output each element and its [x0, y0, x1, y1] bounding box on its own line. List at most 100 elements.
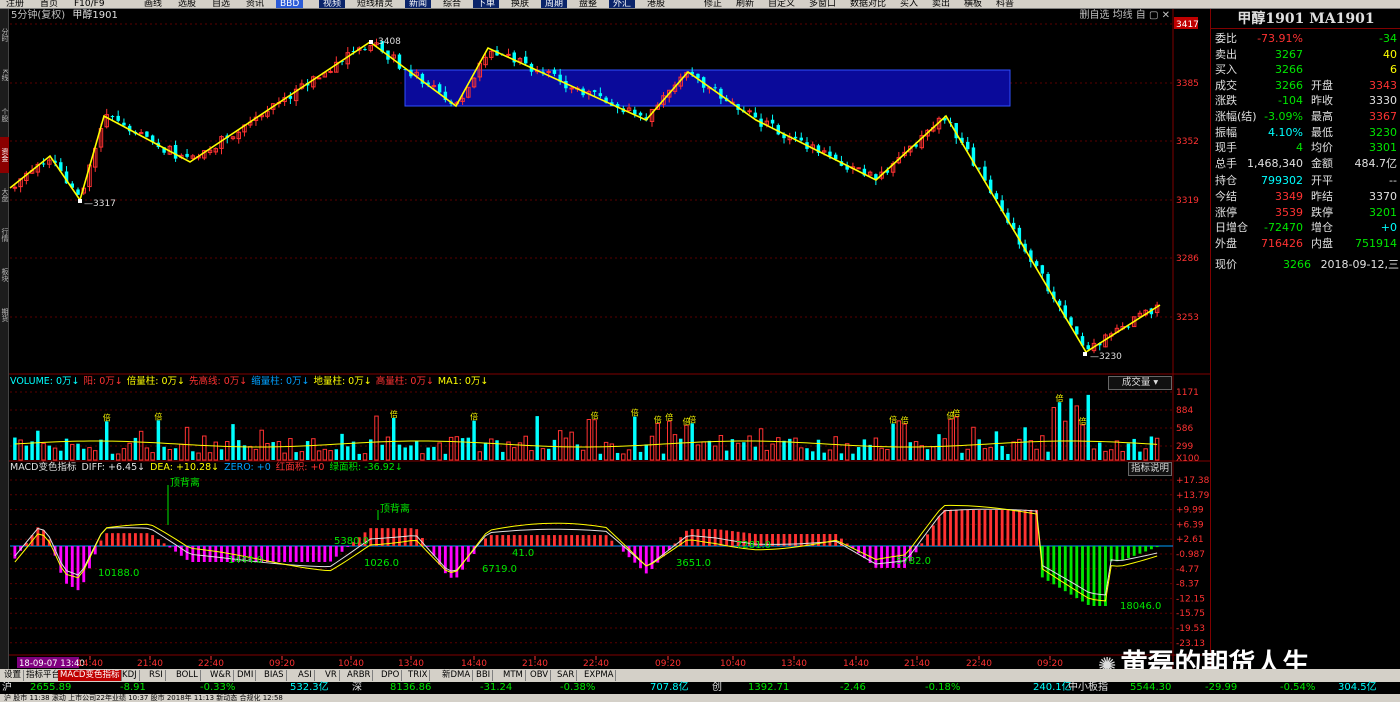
high-label: 3408 [378, 37, 401, 47]
volume-bar [1000, 445, 1004, 460]
left-nav-item[interactable]: 分时 [0, 17, 9, 53]
chart-header-tools[interactable]: 删自选 均线 自 ▢ ✕ [1079, 9, 1170, 22]
indicator-tab[interactable]: BBI [474, 670, 494, 681]
volume-bar [644, 444, 648, 460]
time-axis-label: 14:40 [77, 659, 103, 669]
toolbar-item[interactable]: 换肤 [507, 0, 533, 8]
indicator-tab[interactable]: ARBR [345, 670, 374, 681]
indicator-tab[interactable]: VR [323, 670, 340, 681]
macd-label-item: DIFF: +6.45↓ [81, 462, 146, 473]
quote-row-label: 委比 [1215, 32, 1237, 45]
toolbar-item[interactable]: 综合 [439, 0, 465, 8]
indicator-tab[interactable]: DMI [235, 670, 257, 681]
volume-label-item: 地量柱: 0万↓ [313, 376, 372, 387]
volume-bar [1143, 448, 1148, 461]
toolbar-item[interactable]: 资讯 [242, 0, 268, 8]
time-axis-label: 13:40 [398, 659, 424, 669]
quote-row-label: 外盘 [1215, 236, 1237, 250]
quote-row-label2: 内盘 [1311, 236, 1333, 250]
candle-body [546, 71, 551, 74]
toolbar-item[interactable]: 视频 [319, 0, 346, 8]
index-bar-item: 沪 [2, 682, 12, 693]
toolbar-right-item[interactable]: 科普 [992, 0, 1018, 8]
indicator-tab[interactable]: OBV [528, 670, 552, 681]
low-marker [78, 199, 82, 203]
indicator-tab[interactable]: MACD变色指标 [58, 670, 123, 681]
indicator-tab[interactable]: KDJ [120, 670, 140, 681]
time-axis-label: 21:40 [522, 659, 548, 669]
toolbar-item[interactable]: 外汇 [609, 0, 636, 8]
indicator-tab[interactable]: MTM [501, 670, 526, 681]
volume-bar [512, 447, 517, 461]
toolbar-item[interactable]: 港股 [643, 0, 669, 8]
indicator-tab[interactable]: SAR [555, 670, 578, 681]
quote-row-value: 3266 [1275, 63, 1303, 77]
toolbar-item[interactable]: 短线精灵 [353, 0, 397, 8]
quote-row: 总手 1,468,340 金额 484.7亿 [1215, 156, 1399, 172]
index-bar-item: 中小板指 [1068, 682, 1108, 693]
toolbar-right-item[interactable]: 多窗口 [805, 0, 840, 8]
quote-panel: 甲醇1901 MA1901 委比 -73.91% -34 卖出 3267 40 买入 3266… [1210, 9, 1400, 669]
volume-bar [374, 415, 379, 461]
toolbar-item[interactable]: 周期 [541, 0, 568, 8]
volume-bar [448, 436, 454, 461]
indicator-tab[interactable]: TRIX [406, 670, 431, 681]
indicator-tab[interactable]: DPO [379, 670, 403, 681]
toolbar-item[interactable]: 注册 [2, 0, 28, 8]
toolbar-right-item[interactable]: 数据对比 [846, 0, 890, 8]
volume-bei-mark: 倍 [665, 412, 673, 422]
indicator-tab[interactable]: W&R [208, 670, 234, 681]
indicator-tab[interactable]: BOLL [174, 670, 201, 681]
left-nav-item[interactable]: 期货 [0, 297, 9, 333]
toolbar-right-item[interactable]: 自定义 [764, 0, 799, 8]
volume-bar [173, 448, 178, 460]
left-nav-item[interactable]: 大盘 [0, 177, 9, 213]
volume-bar [1138, 451, 1142, 460]
time-axis-label: 22:40 [583, 659, 609, 669]
left-nav-item[interactable]: 板块 [0, 257, 9, 293]
toolbar-item[interactable]: BBD [276, 0, 304, 8]
left-nav-item[interactable]: 资金 [0, 137, 9, 173]
toolbar-item[interactable]: 画线 [140, 0, 166, 8]
volume-bar [237, 440, 241, 460]
indicator-tab[interactable]: EXPMA [582, 670, 617, 681]
toolbar-item[interactable]: 下单 [473, 0, 500, 8]
toolbar-item[interactable]: 盘整 [575, 0, 601, 8]
volume-bar [259, 429, 264, 461]
volume-bar [758, 428, 764, 461]
toolbar-item[interactable]: 自选 [208, 0, 234, 8]
left-nav-item[interactable]: 行情 [0, 217, 9, 253]
volume-dropdown[interactable]: 成交量 ▾ [1108, 376, 1172, 390]
toolbar-right-item[interactable]: 卖出 [928, 0, 954, 8]
toolbar-right-item[interactable]: 买入 [896, 0, 922, 8]
quote-row-value: 3539 [1275, 205, 1303, 219]
index-bar-item: -29.99 [1205, 682, 1238, 693]
volume-bar [799, 447, 804, 461]
toolbar-right-item[interactable]: 修正 [700, 0, 726, 8]
toolbar-item[interactable]: 选股 [174, 0, 200, 8]
chart-canvas[interactable]: 34173385335233193286325334173408—3317—32… [0, 0, 1400, 702]
left-nav-item[interactable]: K线 [0, 57, 9, 93]
indicator-tab[interactable]: 设置 [2, 670, 25, 681]
volume-bei-mark: 倍 [103, 412, 111, 422]
indicator-tab[interactable]: 新DMA [440, 670, 474, 681]
indicator-tabs: 设置 指标平台 MACD变色指标 KDJ RSI BOLL W&R DMI BIAS ASI VR A… [0, 669, 1400, 682]
quote-row-label2: 增仓 [1311, 221, 1333, 235]
volume-bar [529, 450, 534, 461]
toolbar-right-item[interactable]: 横板 [960, 0, 986, 8]
volume-bar [546, 448, 551, 460]
left-nav-item[interactable]: 个股 [0, 97, 9, 133]
toolbar-item[interactable]: 新闻 [405, 0, 432, 8]
volume-bar [747, 435, 752, 461]
volume-bar [1149, 436, 1154, 460]
indicator-tab[interactable]: ASI [296, 670, 315, 681]
toolbar-right-item[interactable]: 刷新 [732, 0, 758, 8]
macd-area-value: 1444.0 [228, 555, 263, 566]
indicator-tab[interactable]: BIAS [262, 670, 287, 681]
toolbar-item[interactable]: F10/F9 [70, 0, 109, 8]
toolbar-item[interactable]: 首页 [36, 0, 62, 8]
indicator-tab[interactable]: RSI [147, 670, 166, 681]
quote-row-value: -3.09% [1264, 110, 1303, 123]
indicator-help-button[interactable]: 指标说明 [1128, 462, 1172, 476]
volume-bar [638, 451, 643, 460]
